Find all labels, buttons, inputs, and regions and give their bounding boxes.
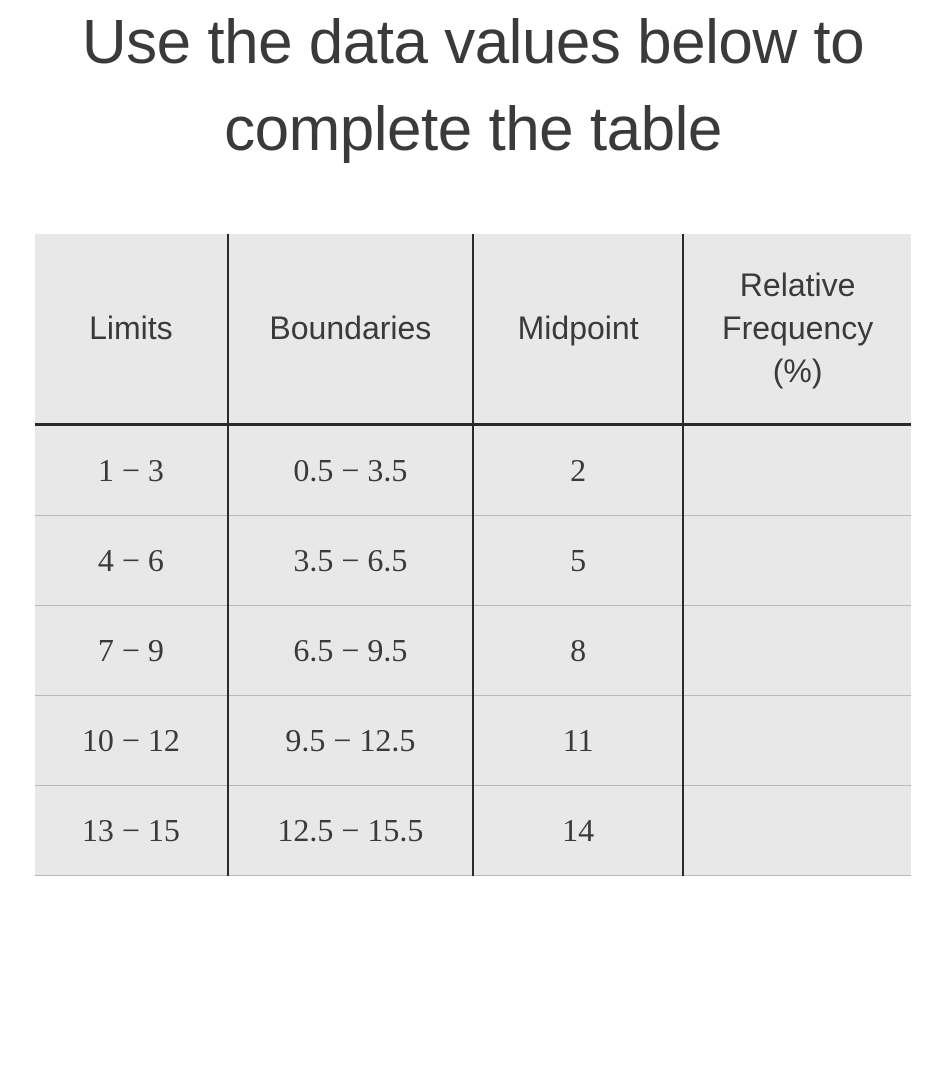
col-header-midpoint: Midpoint <box>473 234 683 425</box>
cell-midpoint: 11 <box>473 696 683 786</box>
col-header-rel-freq: Relative Frequency (%) <box>683 234 911 425</box>
cell-rel-freq <box>683 516 911 606</box>
table-row: 4 − 6 3.5 − 6.5 5 <box>35 516 911 606</box>
cell-boundaries: 3.5 − 6.5 <box>228 516 473 606</box>
col-header-boundaries: Boundaries <box>228 234 473 425</box>
table-row: 10 − 12 9.5 − 12.5 11 <box>35 696 911 786</box>
cell-rel-freq <box>683 786 911 876</box>
cell-limits: 7 − 9 <box>35 606 228 696</box>
col-header-limits: Limits <box>35 234 228 425</box>
table-row: 7 − 9 6.5 − 9.5 8 <box>35 606 911 696</box>
cell-midpoint: 8 <box>473 606 683 696</box>
cell-boundaries: 12.5 − 15.5 <box>228 786 473 876</box>
cell-limits: 10 − 12 <box>35 696 228 786</box>
cell-rel-freq <box>683 425 911 516</box>
cell-limits: 13 − 15 <box>35 786 228 876</box>
cell-rel-freq <box>683 606 911 696</box>
table-row: 1 − 3 0.5 − 3.5 2 <box>35 425 911 516</box>
cell-limits: 4 − 6 <box>35 516 228 606</box>
cell-boundaries: 6.5 − 9.5 <box>228 606 473 696</box>
cell-limits: 1 − 3 <box>35 425 228 516</box>
cell-rel-freq <box>683 696 911 786</box>
cell-boundaries: 0.5 − 3.5 <box>228 425 473 516</box>
cell-boundaries: 9.5 − 12.5 <box>228 696 473 786</box>
frequency-table: Limits Boundaries Midpoint Relative Freq… <box>35 234 911 877</box>
cell-midpoint: 14 <box>473 786 683 876</box>
table-header-row: Limits Boundaries Midpoint Relative Freq… <box>35 234 911 425</box>
cell-midpoint: 2 <box>473 425 683 516</box>
table-row: 13 − 15 12.5 − 15.5 14 <box>35 786 911 876</box>
page-title: Use the data values below to complete th… <box>35 0 911 174</box>
cell-midpoint: 5 <box>473 516 683 606</box>
